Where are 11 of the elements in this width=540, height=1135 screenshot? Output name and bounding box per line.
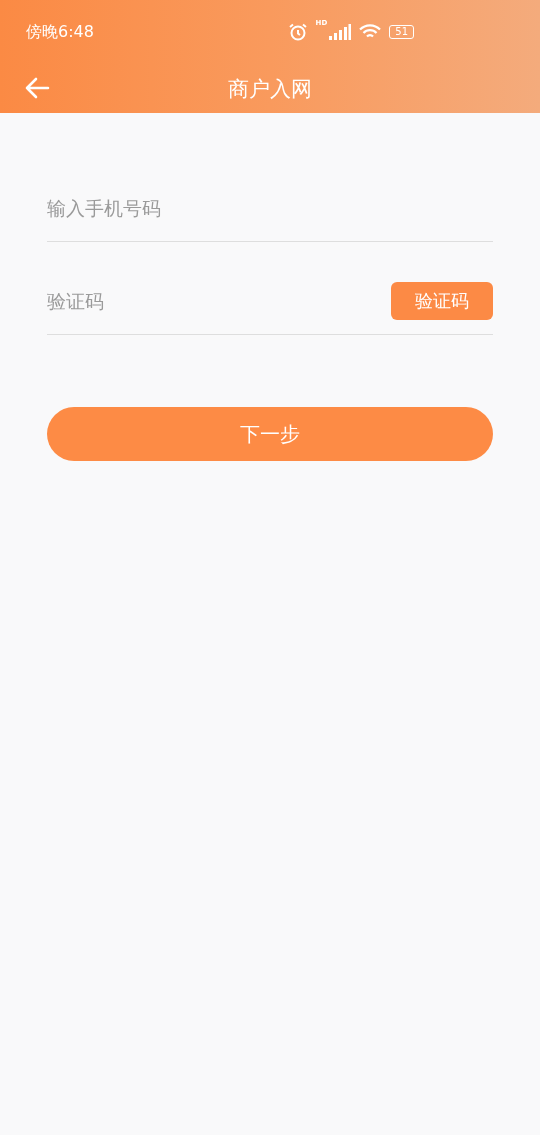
get-code-button[interactable]: 验证码 [391, 282, 493, 320]
next-button[interactable]: 下一步 [47, 407, 493, 461]
code-field[interactable]: 验证码 [47, 279, 391, 323]
signal-icon [329, 24, 352, 40]
phone-field[interactable]: 输入手机号码 [47, 186, 493, 230]
alarm-icon [287, 23, 308, 41]
back-button[interactable] [24, 76, 50, 100]
wifi-icon [359, 24, 382, 40]
battery-level: 51 [389, 25, 414, 39]
status-time: 傍晚6:48 [26, 21, 94, 43]
page-title: 商户入网 [228, 75, 312, 103]
